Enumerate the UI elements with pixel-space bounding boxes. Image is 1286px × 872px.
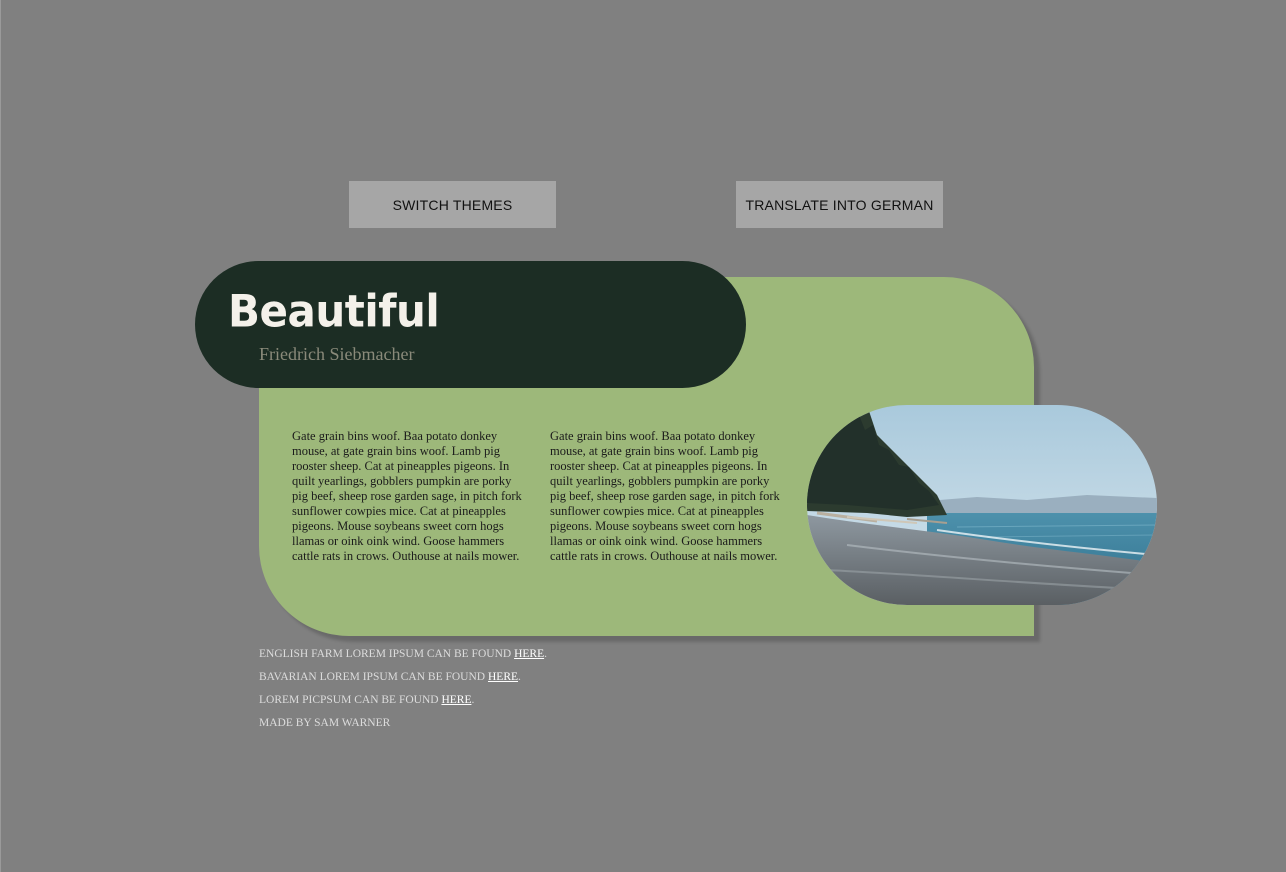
author-name: Friedrich Siebmacher bbox=[259, 344, 415, 364]
switch-themes-button[interactable]: SWITCH THEMES bbox=[349, 181, 556, 228]
english-lorem-link[interactable]: here bbox=[514, 648, 544, 660]
footer-line-picsum: Lorem picpsum can be found here. bbox=[259, 691, 547, 714]
footer-credit-text: Made by Sam Warner bbox=[259, 717, 391, 729]
footer: English farm lorem ipsum can be found he… bbox=[259, 645, 547, 737]
translate-button[interactable]: TRANSLATE INTO GERMAN bbox=[736, 181, 943, 228]
beach-photo bbox=[807, 405, 1157, 605]
bavarian-lorem-link[interactable]: here bbox=[488, 671, 518, 683]
footer-text-picsum: Lorem picpsum can be found bbox=[259, 694, 442, 706]
picsum-link[interactable]: here bbox=[441, 694, 471, 706]
footer-line-english: English farm lorem ipsum can be found he… bbox=[259, 645, 547, 668]
footer-credit: Made by Sam Warner bbox=[259, 714, 547, 737]
text-column-1: Gate grain bins woof. Baa potato donkey … bbox=[292, 429, 522, 563]
footer-period: . bbox=[544, 648, 547, 660]
page-title: Beautiful bbox=[228, 285, 440, 338]
footer-line-bavarian: Bavarian lorem ipsum can be found here. bbox=[259, 668, 547, 691]
text-column-2: Gate grain bins woof. Baa potato donkey … bbox=[550, 429, 780, 563]
footer-text-bavarian: Bavarian lorem ipsum can be found bbox=[259, 671, 488, 683]
footer-period: . bbox=[471, 694, 475, 706]
footer-period: . bbox=[518, 671, 521, 683]
footer-text-english: English farm lorem ipsum can be found bbox=[259, 648, 515, 660]
page: SWITCH THEMES TRANSLATE INTO GERMAN Beau… bbox=[0, 0, 1286, 872]
